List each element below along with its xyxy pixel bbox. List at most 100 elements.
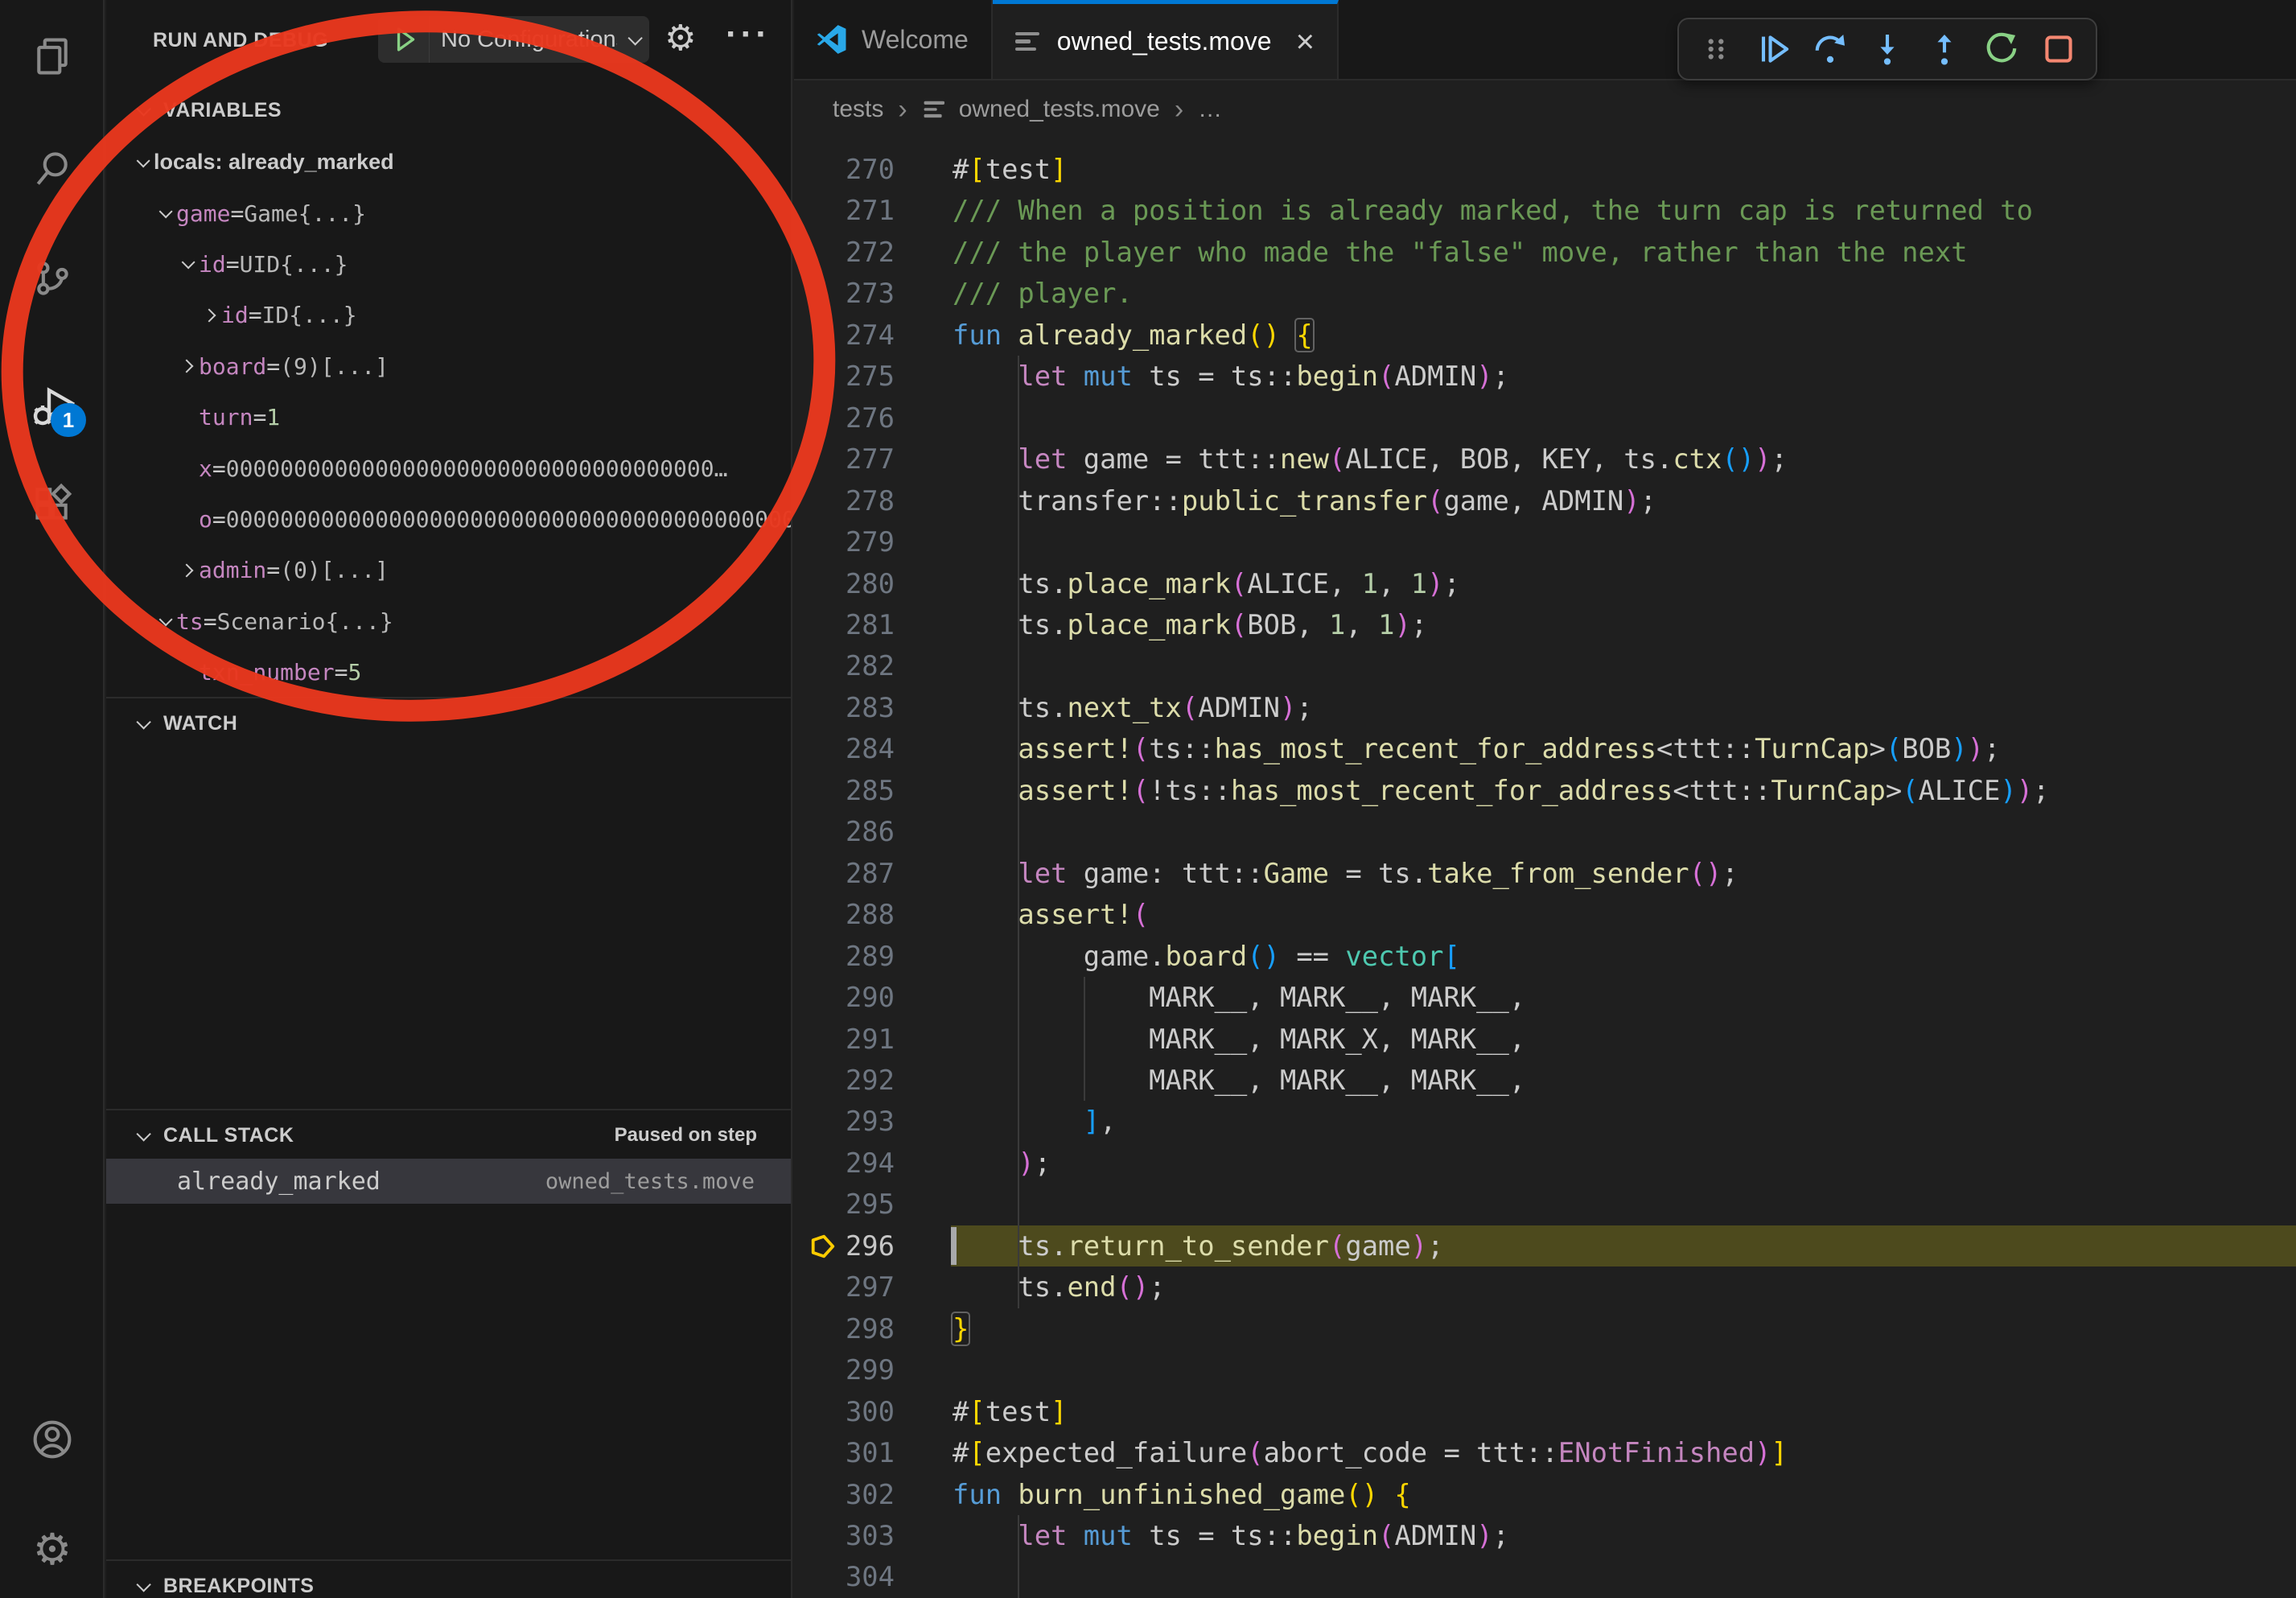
- code-line[interactable]: 296 ts.return_to_sender(game);: [794, 1225, 2296, 1266]
- source-control-icon[interactable]: [30, 256, 75, 301]
- code-line[interactable]: 302fun burn_unfinished_game() {: [794, 1474, 2296, 1515]
- code-line[interactable]: 275 let mut ts = ts::begin(ADMIN);: [794, 356, 2296, 397]
- gutter-breakpoint-area[interactable]: [794, 356, 838, 397]
- gutter-breakpoint-area[interactable]: [794, 853, 838, 894]
- code-line[interactable]: 286: [794, 811, 2296, 852]
- chevron-right-icon[interactable]: [180, 563, 194, 577]
- code-text[interactable]: /// the player who made the "false" move…: [951, 232, 2296, 273]
- code-line[interactable]: 295: [794, 1184, 2296, 1225]
- step-into-icon[interactable]: [1866, 28, 1908, 70]
- gutter-breakpoint-area[interactable]: [794, 770, 838, 811]
- gutter-breakpoint-area[interactable]: [794, 1143, 838, 1184]
- gutter-breakpoint-area[interactable]: [794, 563, 838, 604]
- code-text[interactable]: ts.end();: [951, 1266, 2296, 1308]
- variable-row[interactable]: x = 000000000000000000000000000000000000…: [106, 443, 791, 493]
- gutter-breakpoint-area[interactable]: [794, 811, 838, 852]
- chevron-right-icon[interactable]: [203, 308, 216, 322]
- code-line[interactable]: 276: [794, 397, 2296, 439]
- tab-welcome[interactable]: Welcome: [794, 0, 993, 79]
- gutter-breakpoint-area[interactable]: [794, 149, 838, 190]
- debug-config-dropdown[interactable]: No Configurations: [430, 27, 617, 53]
- code-line[interactable]: 299: [794, 1349, 2296, 1390]
- breadcrumb-item[interactable]: owned_tests.move: [959, 96, 1160, 123]
- variables-scope-row[interactable]: locals: already_marked: [106, 137, 791, 187]
- debug-settings-gear-icon[interactable]: ⚙: [665, 21, 696, 56]
- variable-row[interactable]: board = (9)[...]: [106, 341, 791, 392]
- gutter-breakpoint-area[interactable]: [794, 977, 838, 1018]
- code-line[interactable]: 273/// player.: [794, 273, 2296, 314]
- gutter-breakpoint-area[interactable]: [794, 1391, 838, 1432]
- code-line[interactable]: 298}: [794, 1308, 2296, 1349]
- variable-row[interactable]: ts = Scenario{...}: [106, 596, 791, 647]
- step-over-icon[interactable]: [1809, 28, 1851, 70]
- code-text[interactable]: ts.return_to_sender(game);: [951, 1225, 2296, 1266]
- variable-row[interactable]: game = Game{...}: [106, 187, 791, 238]
- stop-icon[interactable]: [2038, 28, 2080, 70]
- chevron-right-icon[interactable]: [180, 360, 194, 373]
- start-debug-play-icon[interactable]: [378, 16, 430, 63]
- code-line[interactable]: 284 assert!(ts::has_most_recent_for_addr…: [794, 728, 2296, 769]
- code-line[interactable]: 294 );: [794, 1143, 2296, 1184]
- step-out-icon[interactable]: [1924, 28, 1965, 70]
- gutter-breakpoint-area[interactable]: [794, 439, 838, 480]
- code-line[interactable]: 282: [794, 645, 2296, 686]
- code-text[interactable]: [951, 397, 2296, 439]
- gutter-breakpoint-area[interactable]: [794, 936, 838, 977]
- code-line[interactable]: 301#[expected_failure(abort_code = ttt::…: [794, 1432, 2296, 1473]
- code-text[interactable]: transfer::public_transfer(game, ADMIN);: [951, 480, 2296, 521]
- gutter-breakpoint-area[interactable]: [794, 273, 838, 314]
- gutter-breakpoint-area[interactable]: [794, 190, 838, 231]
- restart-icon[interactable]: [1981, 28, 2022, 70]
- code-line[interactable]: 292 MARK__, MARK__, MARK__,: [794, 1060, 2296, 1101]
- gutter-breakpoint-area[interactable]: [794, 1308, 838, 1349]
- chevron-down-icon[interactable]: [137, 154, 150, 167]
- extensions-icon[interactable]: [30, 480, 75, 525]
- gutter-breakpoint-area[interactable]: [794, 315, 838, 356]
- code-line[interactable]: 280 ts.place_mark(ALICE, 1, 1);: [794, 563, 2296, 604]
- code-line[interactable]: 289 game.board() == vector[: [794, 936, 2296, 977]
- chevron-down-icon[interactable]: [159, 204, 173, 218]
- gutter-breakpoint-area[interactable]: [794, 1019, 838, 1060]
- gutter-breakpoint-area[interactable]: [794, 1060, 838, 1101]
- gutter-breakpoint-area[interactable]: [794, 1225, 838, 1266]
- gutter-breakpoint-area[interactable]: [794, 1474, 838, 1515]
- breadcrumb-item[interactable]: …: [1198, 96, 1222, 123]
- gutter-breakpoint-area[interactable]: [794, 645, 838, 686]
- code-line[interactable]: 304: [794, 1556, 2296, 1597]
- code-text[interactable]: #[test]: [951, 149, 2296, 190]
- code-line[interactable]: 274fun already_marked() {: [794, 315, 2296, 356]
- code-line[interactable]: 279: [794, 521, 2296, 562]
- debug-launch-control[interactable]: No Configurations: [378, 16, 649, 63]
- code-line[interactable]: 271/// When a position is already marked…: [794, 190, 2296, 231]
- gutter-breakpoint-area[interactable]: [794, 728, 838, 769]
- code-text[interactable]: [951, 1349, 2296, 1390]
- settings-gear-icon[interactable]: ⚙: [30, 1527, 75, 1572]
- code-text[interactable]: /// player.: [951, 273, 2296, 314]
- gutter-breakpoint-area[interactable]: [794, 1349, 838, 1390]
- code-text[interactable]: let mut ts = ts::begin(ADMIN);: [951, 356, 2296, 397]
- code-text[interactable]: MARK__, MARK__, MARK__,: [951, 1060, 2296, 1101]
- gutter-breakpoint-area[interactable]: [794, 397, 838, 439]
- breakpoints-section-header[interactable]: BREAKPOINTS: [106, 1561, 791, 1598]
- code-text[interactable]: let mut ts = ts::begin(ADMIN);: [951, 1515, 2296, 1556]
- code-line[interactable]: 287 let game: ttt::Game = ts.take_from_s…: [794, 853, 2296, 894]
- code-text[interactable]: [951, 1184, 2296, 1225]
- code-line[interactable]: 293 ],: [794, 1101, 2296, 1142]
- tab-owned-tests-move[interactable]: owned_tests.move ×: [993, 0, 1339, 79]
- gutter-breakpoint-area[interactable]: [794, 894, 838, 935]
- code-text[interactable]: ts.place_mark(ALICE, 1, 1);: [951, 563, 2296, 604]
- code-text[interactable]: );: [951, 1143, 2296, 1184]
- variable-row[interactable]: o = 000000000000000000000000000000000000…: [106, 494, 791, 545]
- gutter-breakpoint-area[interactable]: [794, 604, 838, 645]
- code-text[interactable]: MARK__, MARK__, MARK__,: [951, 977, 2296, 1018]
- variables-section-header[interactable]: VARIABLES: [106, 85, 791, 135]
- code-text[interactable]: assert!(!ts::has_most_recent_for_address…: [951, 770, 2296, 811]
- gutter-breakpoint-area[interactable]: [794, 521, 838, 562]
- code-line[interactable]: 285 assert!(!ts::has_most_recent_for_add…: [794, 770, 2296, 811]
- code-line[interactable]: 272/// the player who made the "false" m…: [794, 232, 2296, 273]
- continue-icon[interactable]: [1752, 28, 1794, 70]
- code-line[interactable]: 270#[test]: [794, 149, 2296, 190]
- code-text[interactable]: fun already_marked() {: [951, 315, 2296, 356]
- code-line[interactable]: 290 MARK__, MARK__, MARK__,: [794, 977, 2296, 1018]
- code-text[interactable]: assert!(: [951, 894, 2296, 935]
